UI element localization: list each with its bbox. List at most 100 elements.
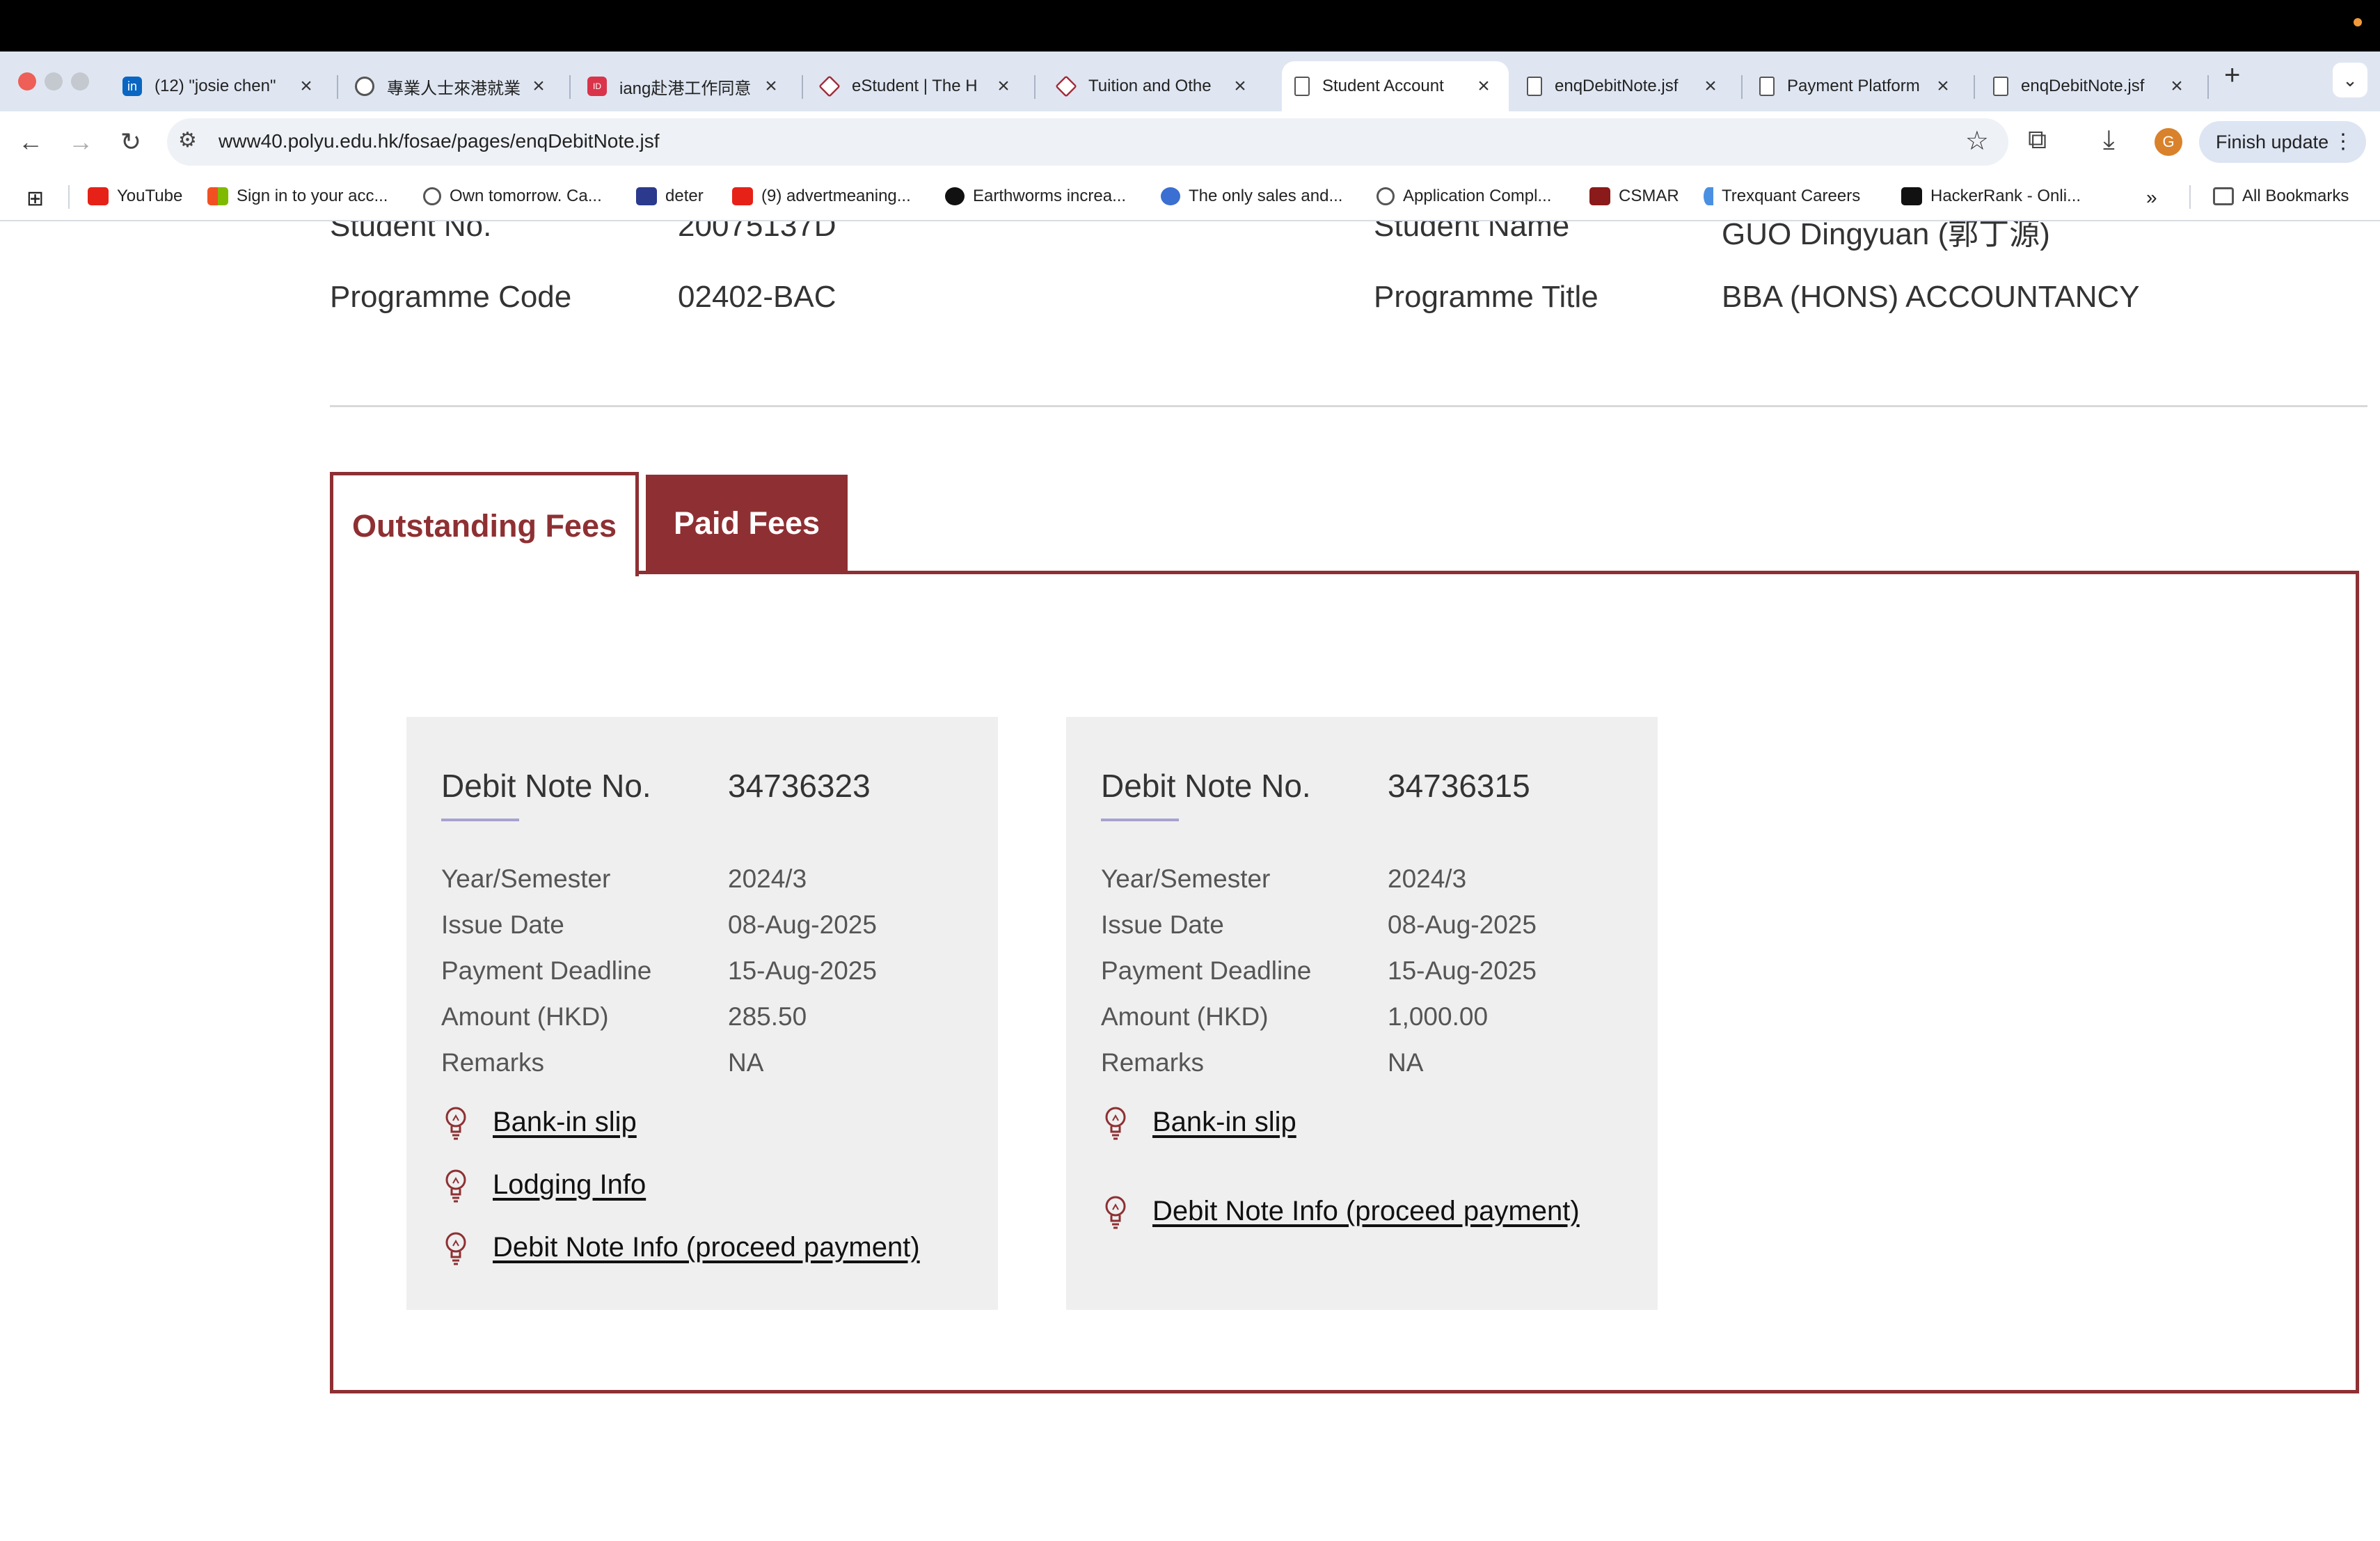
debit-note-no-label: Debit Note No.: [441, 768, 651, 804]
lightbulb-icon: [445, 1169, 466, 1203]
close-tab-icon[interactable]: ×: [1930, 74, 1955, 98]
lightbulb-icon: [445, 1232, 466, 1265]
extensions-icon[interactable]: ⧉: [2028, 125, 2047, 155]
issue-date-value: 08-Aug-2025: [1388, 910, 1537, 939]
close-tab-icon[interactable]: ×: [1228, 74, 1253, 98]
debit-note-info-link[interactable]: Debit Note Info (proceed payment): [1152, 1196, 1580, 1227]
browser-tab[interactable]: enqDebitNote.jsf ×: [1514, 61, 1736, 111]
tab-outstanding-fees[interactable]: Outstanding Fees: [330, 472, 639, 576]
tab-title: eStudent | The H: [852, 77, 978, 95]
bookmark-item[interactable]: Sign in to your acc...: [207, 187, 388, 206]
browser-tab[interactable]: Tuition and Othe ×: [1044, 61, 1265, 111]
close-window-icon[interactable]: [18, 72, 36, 90]
debit-note-no-label: Debit Note No.: [1101, 768, 1311, 804]
download-icon[interactable]: ⤓: [2103, 125, 2115, 155]
bookmark-item[interactable]: YouTube: [88, 187, 182, 206]
remarks-label: Remarks: [441, 1048, 545, 1077]
browser-tab[interactable]: Payment Platform ×: [1747, 61, 1968, 111]
app-icon: ID: [587, 77, 607, 96]
bookmark-item[interactable]: deter: [636, 187, 704, 206]
tab-title: enqDebitNote.jsf: [1555, 77, 1679, 95]
apps-grid-icon[interactable]: ⊞: [26, 187, 44, 211]
issue-date-label: Issue Date: [441, 910, 564, 939]
lightbulb-icon: [1105, 1107, 1126, 1140]
kebab-menu-icon[interactable]: ⋮: [2333, 121, 2354, 163]
browser-tab[interactable]: 專業人士來港就業 ×: [342, 61, 564, 111]
bookmark-star-icon[interactable]: ☆: [1965, 125, 1989, 157]
more-bookmarks-icon[interactable]: »: [2146, 187, 2157, 209]
bookmark-item[interactable]: (9) advertmeaning...: [732, 187, 911, 206]
tab-separator: [802, 75, 803, 99]
page-icon: [1294, 77, 1310, 96]
bookmark-item[interactable]: Earthworms increa...: [945, 187, 1126, 206]
bank-in-slip-link[interactable]: Bank-in slip: [1152, 1107, 1296, 1138]
address-bar[interactable]: ⚙ www40.polyu.edu.hk/fosae/pages/enqDebi…: [167, 118, 2008, 166]
debit-note-card: Debit Note No. 34736323 Year/Semester 20…: [406, 717, 998, 1310]
close-tab-icon[interactable]: ×: [2164, 74, 2189, 98]
tab-paid-fees[interactable]: Paid Fees: [646, 475, 848, 572]
bookmark-item[interactable]: Own tomorrow. Ca...: [423, 187, 602, 206]
bookmarks-bar: ⊞ YouTube Sign in to your acc... Own tom…: [0, 173, 2380, 221]
url-text[interactable]: www40.polyu.edu.hk/fosae/pages/enqDebitN…: [219, 130, 660, 152]
browser-tab-active[interactable]: Student Account ×: [1282, 61, 1509, 111]
bookmark-label: CSMAR: [1619, 187, 1679, 205]
browser-tab-strip: in (12) "josie chen" × 專業人士來港就業 × ID ian…: [0, 52, 2380, 111]
minimize-window-icon[interactable]: [45, 72, 63, 90]
forward-arrow-icon[interactable]: →: [63, 124, 99, 160]
debit-note-no-value: 34736315: [1388, 768, 1530, 804]
remarks-value: NA: [1388, 1048, 1424, 1077]
tab-search-chevron-icon[interactable]: ⌄: [2333, 63, 2367, 97]
payment-deadline-label: Payment Deadline: [1101, 956, 1312, 985]
all-bookmarks-label: All Bookmarks: [2242, 187, 2349, 205]
close-tab-icon[interactable]: ×: [1471, 74, 1496, 98]
remarks-label: Remarks: [1101, 1048, 1205, 1077]
payment-deadline-value: 15-Aug-2025: [1388, 956, 1537, 985]
bank-in-slip-link[interactable]: Bank-in slip: [493, 1107, 637, 1138]
close-tab-icon[interactable]: ×: [1698, 74, 1723, 98]
bookmark-item[interactable]: Trexquant Careers: [1704, 187, 1860, 206]
lightbulb-icon: [445, 1107, 466, 1140]
browser-tab[interactable]: eStudent | The H ×: [807, 61, 1029, 111]
lodging-info-link[interactable]: Lodging Info: [493, 1169, 646, 1201]
youtube-icon: [88, 187, 109, 205]
remarks-value: NA: [728, 1048, 764, 1077]
year-semester-label: Year/Semester: [1101, 864, 1271, 893]
browser-tab[interactable]: enqDebitNote.jsf ×: [1981, 61, 2202, 111]
folder-icon: [2213, 187, 2234, 205]
heading-underline: [1101, 819, 1179, 821]
bookmark-item[interactable]: The only sales and...: [1161, 187, 1342, 206]
close-tab-icon[interactable]: ×: [759, 74, 784, 98]
student-name-value: GUO Dingyuan (郭丁源): [1722, 221, 2050, 251]
all-bookmarks[interactable]: All Bookmarks: [2213, 187, 2349, 206]
bookmark-label: Trexquant Careers: [1722, 187, 1861, 205]
tab-separator: [337, 75, 338, 99]
tab-title: Tuition and Othe: [1088, 77, 1212, 95]
site-settings-icon[interactable]: ⚙: [178, 128, 197, 152]
reload-icon[interactable]: ↻: [113, 124, 149, 160]
browser-tab[interactable]: ID iang赴港工作同意 ×: [575, 61, 796, 111]
globe-icon: [355, 77, 374, 96]
new-tab-icon[interactable]: +: [2224, 60, 2240, 91]
close-tab-icon[interactable]: ×: [294, 74, 319, 98]
profile-avatar[interactable]: G: [2155, 128, 2182, 156]
payment-deadline-label: Payment Deadline: [441, 956, 652, 985]
finish-update-button[interactable]: Finish update ⋮: [2199, 121, 2366, 163]
close-tab-icon[interactable]: ×: [991, 74, 1016, 98]
microsoft-icon: [207, 187, 228, 205]
bookmark-item[interactable]: Application Compl...: [1377, 187, 1551, 206]
debit-note-info-link[interactable]: Debit Note Info (proceed payment): [493, 1232, 920, 1263]
page-icon: [1993, 77, 2008, 96]
amount-label: Amount (HKD): [441, 1002, 609, 1031]
maximize-window-icon[interactable]: [71, 72, 89, 90]
student-no-label: Student No.: [330, 221, 492, 243]
sales-icon: [1161, 187, 1180, 205]
linkedin-icon: in: [122, 77, 142, 96]
bookmark-item[interactable]: HackerRank - Onli...: [1901, 187, 2081, 206]
tab-separator: [569, 75, 571, 99]
bookmark-label: YouTube: [117, 187, 183, 205]
bookmark-item[interactable]: CSMAR: [1589, 187, 1679, 206]
close-tab-icon[interactable]: ×: [526, 74, 551, 98]
page-icon: [1759, 77, 1775, 96]
back-arrow-icon[interactable]: ←: [13, 124, 49, 160]
browser-tab[interactable]: in (12) "josie chen" ×: [110, 61, 331, 111]
